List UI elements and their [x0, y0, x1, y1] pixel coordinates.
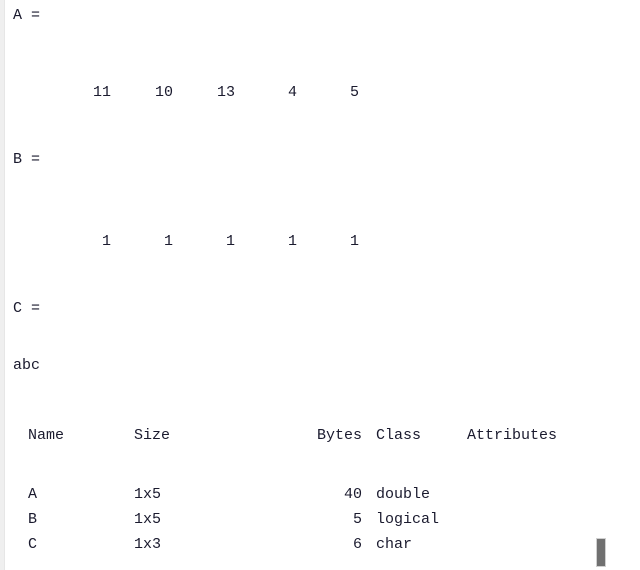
- cell-bytes: 6: [352, 536, 362, 553]
- cell-name: B: [28, 511, 38, 528]
- value-cell: 11: [93, 84, 112, 101]
- cell-size: 1x5: [134, 511, 162, 528]
- cell-class: char: [376, 536, 413, 553]
- value-cell: 4: [288, 84, 298, 101]
- value-cell: 1: [102, 233, 112, 250]
- output-label-c: C =: [13, 300, 41, 317]
- value-cell: 13: [217, 84, 236, 101]
- output-label-b: B =: [13, 151, 41, 168]
- table-row: C 1x3 6 char: [0, 532, 640, 557]
- cell-bytes: 5: [352, 511, 362, 528]
- cell-class: double: [376, 486, 431, 503]
- output-label-a: A =: [13, 7, 41, 24]
- output-values-a: 11 10 13 4 5: [13, 67, 359, 118]
- column-header-name: Name: [28, 427, 65, 444]
- value-cell: 5: [350, 84, 360, 101]
- cell-size: 1x3: [134, 536, 162, 553]
- table-row: B 1x5 5 logical: [0, 507, 640, 532]
- value-cell: 1: [350, 233, 360, 250]
- value-cell: 1: [164, 233, 174, 250]
- table-header-row: Name Size Bytes Class Attributes: [0, 423, 640, 448]
- cell-bytes: 40: [343, 486, 362, 503]
- table-row: A 1x5 40 double: [0, 482, 640, 507]
- cell-name: A: [28, 486, 38, 503]
- column-header-class: Class: [376, 427, 422, 444]
- output-value-c: abc: [13, 357, 41, 374]
- value-cell: 1: [226, 233, 236, 250]
- cell-size: 1x5: [134, 486, 162, 503]
- text-cursor: [596, 538, 606, 567]
- command-window[interactable]: A = 11 10 13 4 5 B = 11111 C = abc Name Size…: [0, 0, 640, 570]
- column-header-attributes: Attributes: [467, 427, 558, 444]
- output-values-b: 1 1 1 1 1: [13, 216, 359, 267]
- column-header-size: Size: [134, 427, 171, 444]
- column-header-bytes: Bytes: [316, 427, 362, 444]
- value-cell: 1: [288, 233, 298, 250]
- cell-name: C: [28, 536, 38, 553]
- value-cell: 10: [155, 84, 174, 101]
- cell-class: logical: [376, 511, 440, 528]
